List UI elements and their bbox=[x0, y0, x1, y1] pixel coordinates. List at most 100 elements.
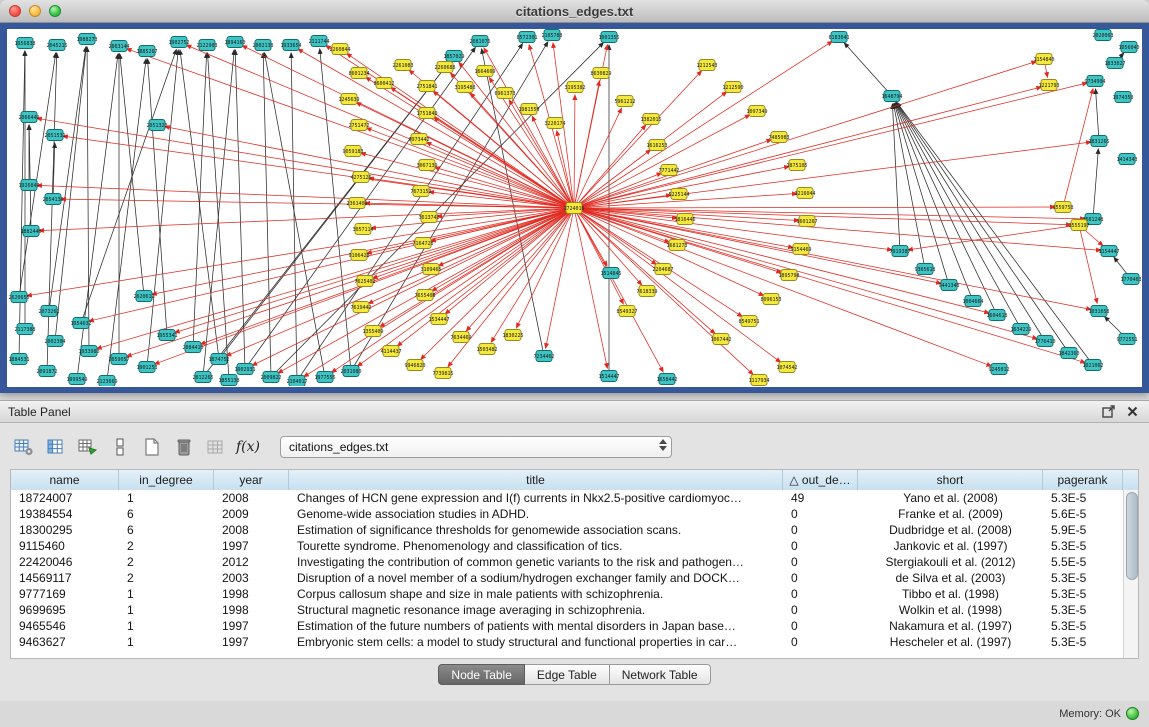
graph-node[interactable]: 2751841 bbox=[416, 81, 437, 92]
table-cell[interactable]: 2 bbox=[119, 538, 214, 554]
graph-edge[interactable] bbox=[574, 95, 575, 208]
graph-node[interactable]: 2059057 bbox=[108, 354, 129, 365]
table-cell[interactable]: Wolkin et al. (1998) bbox=[858, 602, 1043, 618]
table-cell[interactable]: Investigating the contribution of common… bbox=[289, 554, 783, 570]
graph-node[interactable]: 1604618 bbox=[986, 310, 1007, 321]
graph-node[interactable]: 7673152 bbox=[410, 186, 431, 197]
graph-node[interactable]: 1382015 bbox=[640, 114, 661, 125]
graph-edge[interactable] bbox=[897, 103, 1069, 353]
table-cell[interactable]: 5.3E-5 bbox=[1043, 538, 1123, 554]
graph-node[interactable]: 1555197 bbox=[1068, 220, 1089, 231]
graph-node[interactable]: 2002138 bbox=[252, 40, 273, 51]
graph-node[interactable]: 1212543 bbox=[696, 60, 717, 71]
table-row[interactable]: 1830029562008Estimation of significance … bbox=[11, 522, 1123, 538]
graph-edge[interactable] bbox=[546, 208, 574, 348]
graph-node[interactable]: 2073261 bbox=[38, 306, 59, 317]
table-cell[interactable]: 1997 bbox=[214, 618, 289, 634]
graph-node[interactable]: 7634469 bbox=[450, 332, 471, 343]
graph-edge[interactable] bbox=[347, 53, 574, 208]
graph-node[interactable]: 7485083 bbox=[768, 132, 789, 143]
show-columns-icon[interactable] bbox=[42, 433, 70, 461]
graph-edge[interactable] bbox=[574, 61, 1036, 208]
graph-node[interactable]: 2084410 bbox=[182, 342, 203, 353]
table-cell[interactable]: de Silva et al. (2003) bbox=[858, 570, 1043, 586]
function-builder-icon[interactable]: f(x) bbox=[234, 433, 262, 461]
table-cell[interactable]: 2008 bbox=[214, 522, 289, 538]
graph-node[interactable]: 9946820 bbox=[404, 360, 425, 371]
graph-edge[interactable] bbox=[574, 208, 715, 334]
table-cell[interactable]: 0 bbox=[783, 554, 858, 570]
table-cell[interactable]: 5.6E-5 bbox=[1043, 506, 1123, 522]
table-cell[interactable]: Yano et al. (2008) bbox=[858, 490, 1043, 506]
graph-edge[interactable] bbox=[361, 153, 574, 208]
graph-node[interactable]: 2122903 bbox=[196, 40, 217, 51]
graph-node[interactable]: 1004664 bbox=[962, 296, 983, 307]
graph-node[interactable]: 1895798 bbox=[778, 270, 799, 281]
graph-node[interactable]: 2012265 bbox=[192, 372, 213, 383]
graph-node[interactable]: 2204687 bbox=[652, 264, 673, 275]
table-cell[interactable]: 2008 bbox=[214, 490, 289, 506]
graph-node[interactable]: 1926849 bbox=[18, 180, 39, 191]
graph-node[interactable]: 1831265 bbox=[1088, 136, 1109, 147]
graph-node[interactable]: 1414343 bbox=[1116, 154, 1137, 165]
column-header[interactable]: short bbox=[858, 470, 1043, 490]
table-cell[interactable]: 14569117 bbox=[11, 570, 119, 586]
table-cell[interactable]: 6 bbox=[119, 522, 214, 538]
table-row[interactable]: 946362711997Embryonic stem cells: a mode… bbox=[11, 634, 1123, 650]
graph-node[interactable]: 1955341 bbox=[156, 330, 177, 341]
graph-node[interactable]: 2261083 bbox=[392, 60, 413, 71]
graph-node[interactable]: 3195488 bbox=[454, 82, 475, 93]
graph-edge[interactable] bbox=[37, 118, 574, 208]
table-cell[interactable]: 22420046 bbox=[11, 554, 119, 570]
graph-node[interactable]: 1514447 bbox=[598, 371, 619, 382]
graph-node[interactable]: 1974358 bbox=[1112, 92, 1133, 103]
graph-edge[interactable] bbox=[175, 208, 574, 333]
graph-edge[interactable] bbox=[1096, 89, 1099, 141]
table-cell[interactable]: Hescheler et al. (1997) bbox=[858, 634, 1043, 650]
graph-edge[interactable] bbox=[264, 53, 325, 377]
graph-node[interactable]: 1885267 bbox=[136, 46, 157, 57]
graph-node[interactable]: 2091872 bbox=[36, 366, 57, 377]
graph-node[interactable]: 1816446 bbox=[674, 214, 695, 225]
graph-node[interactable]: 9441348 bbox=[938, 280, 959, 291]
graph-node[interactable]: 1724016 bbox=[563, 203, 584, 214]
graph-node[interactable]: 9106428 bbox=[348, 250, 369, 261]
graph-node[interactable]: 2260844 bbox=[329, 44, 350, 55]
graph-edge[interactable] bbox=[107, 59, 146, 381]
graph-edge[interactable] bbox=[445, 208, 574, 314]
graph-edge[interactable] bbox=[81, 50, 176, 323]
graph-node[interactable]: 1117934 bbox=[748, 375, 769, 386]
new-document-icon[interactable] bbox=[138, 433, 166, 461]
graph-node[interactable]: 1154447 bbox=[1098, 246, 1119, 257]
graph-node[interactable]: 1999549 bbox=[66, 374, 87, 385]
graph-node[interactable]: 1559758 bbox=[1052, 202, 1073, 213]
graph-node[interactable]: 2020063 bbox=[1092, 30, 1113, 41]
table-options-icon[interactable] bbox=[10, 433, 38, 461]
graph-node[interactable]: 1021062 bbox=[1082, 360, 1103, 371]
graph-node[interactable]: 3216044 bbox=[794, 188, 815, 199]
graph-node[interactable]: 7655408 bbox=[414, 290, 435, 301]
graph-node[interactable]: 2104017 bbox=[286, 376, 307, 387]
graph-node[interactable]: 2045215 bbox=[46, 40, 67, 51]
table-row[interactable]: 1872400712008Changes of HCN gene express… bbox=[11, 490, 1123, 506]
table-cell[interactable]: Corpus callosum shape and size in male p… bbox=[289, 586, 783, 602]
graph-node[interactable]: 5225144 bbox=[668, 189, 689, 200]
graph-edge[interactable] bbox=[368, 208, 574, 304]
graph-edge[interactable] bbox=[263, 53, 271, 377]
import-table-icon[interactable] bbox=[202, 433, 230, 461]
graph-node[interactable]: 2002304 bbox=[44, 336, 65, 347]
table-cell[interactable]: 0 bbox=[783, 522, 858, 538]
table-cell[interactable]: 18300295 bbox=[11, 522, 119, 538]
table-row[interactable]: 911546021997Tourette syndrome. Phenomeno… bbox=[11, 538, 1123, 554]
graph-node[interactable]: 2066449 bbox=[18, 112, 39, 123]
table-cell[interactable]: 0 bbox=[783, 618, 858, 634]
graph-node[interactable]: 2051320 bbox=[146, 120, 167, 131]
graph-node[interactable]: 1933980 bbox=[78, 346, 99, 357]
graph-node[interactable]: 7771442 bbox=[658, 165, 679, 176]
graph-node[interactable]: 7919387 bbox=[889, 246, 910, 257]
graph-node[interactable]: 1902752 bbox=[168, 37, 189, 48]
table-row[interactable]: 946554611997Estimation of the future num… bbox=[11, 618, 1123, 634]
table-cell[interactable]: Changes of HCN gene expression and I(f) … bbox=[289, 490, 783, 506]
table-row[interactable]: 969969511998Structural magnetic resonanc… bbox=[11, 602, 1123, 618]
window-titlebar[interactable]: citations_edges.txt bbox=[0, 0, 1149, 23]
